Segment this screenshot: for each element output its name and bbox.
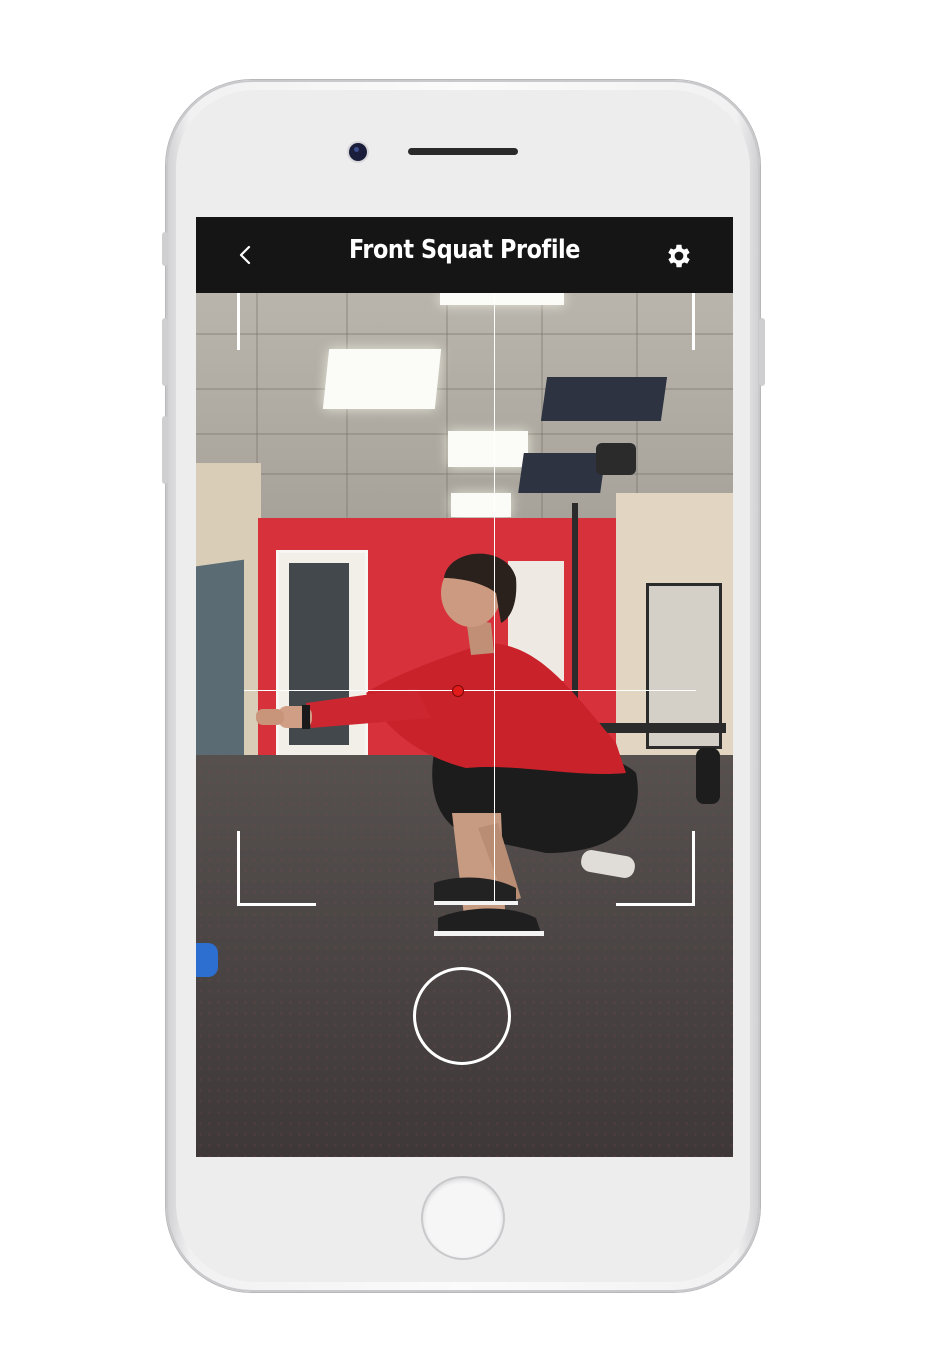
ceiling-light xyxy=(322,349,442,409)
power-button xyxy=(759,318,765,386)
home-button[interactable] xyxy=(423,1178,503,1258)
app-screen: Front Squat Profile xyxy=(196,217,733,1157)
volume-up-button xyxy=(162,318,168,386)
ceiling-light xyxy=(448,431,528,467)
foam-roller xyxy=(696,748,720,804)
cable-rack xyxy=(596,443,636,475)
settings-button[interactable] xyxy=(664,241,694,271)
front-camera xyxy=(349,143,367,161)
ceiling-light xyxy=(451,493,511,517)
silent-switch xyxy=(162,232,168,266)
ceiling-light xyxy=(440,293,564,305)
page-title: Front Squat Profile xyxy=(348,235,581,265)
vertical-alignment-guide[interactable] xyxy=(494,275,495,903)
frame-corner-bottom-left xyxy=(237,831,316,906)
horizontal-alignment-guide[interactable] xyxy=(244,690,696,691)
chevron-left-icon xyxy=(239,245,251,265)
balance-pad xyxy=(196,943,218,977)
top-navbar: Front Squat Profile xyxy=(196,217,733,293)
volume-down-button xyxy=(162,416,168,484)
ceiling-opening xyxy=(540,377,668,421)
ceiling-opening xyxy=(518,453,606,493)
capture-button[interactable] xyxy=(413,967,511,1065)
frame-corner-bottom-right xyxy=(616,831,695,906)
knee-marker[interactable] xyxy=(452,685,464,697)
gear-icon xyxy=(668,244,690,268)
earpiece-speaker xyxy=(408,148,518,155)
back-button[interactable] xyxy=(230,239,260,271)
